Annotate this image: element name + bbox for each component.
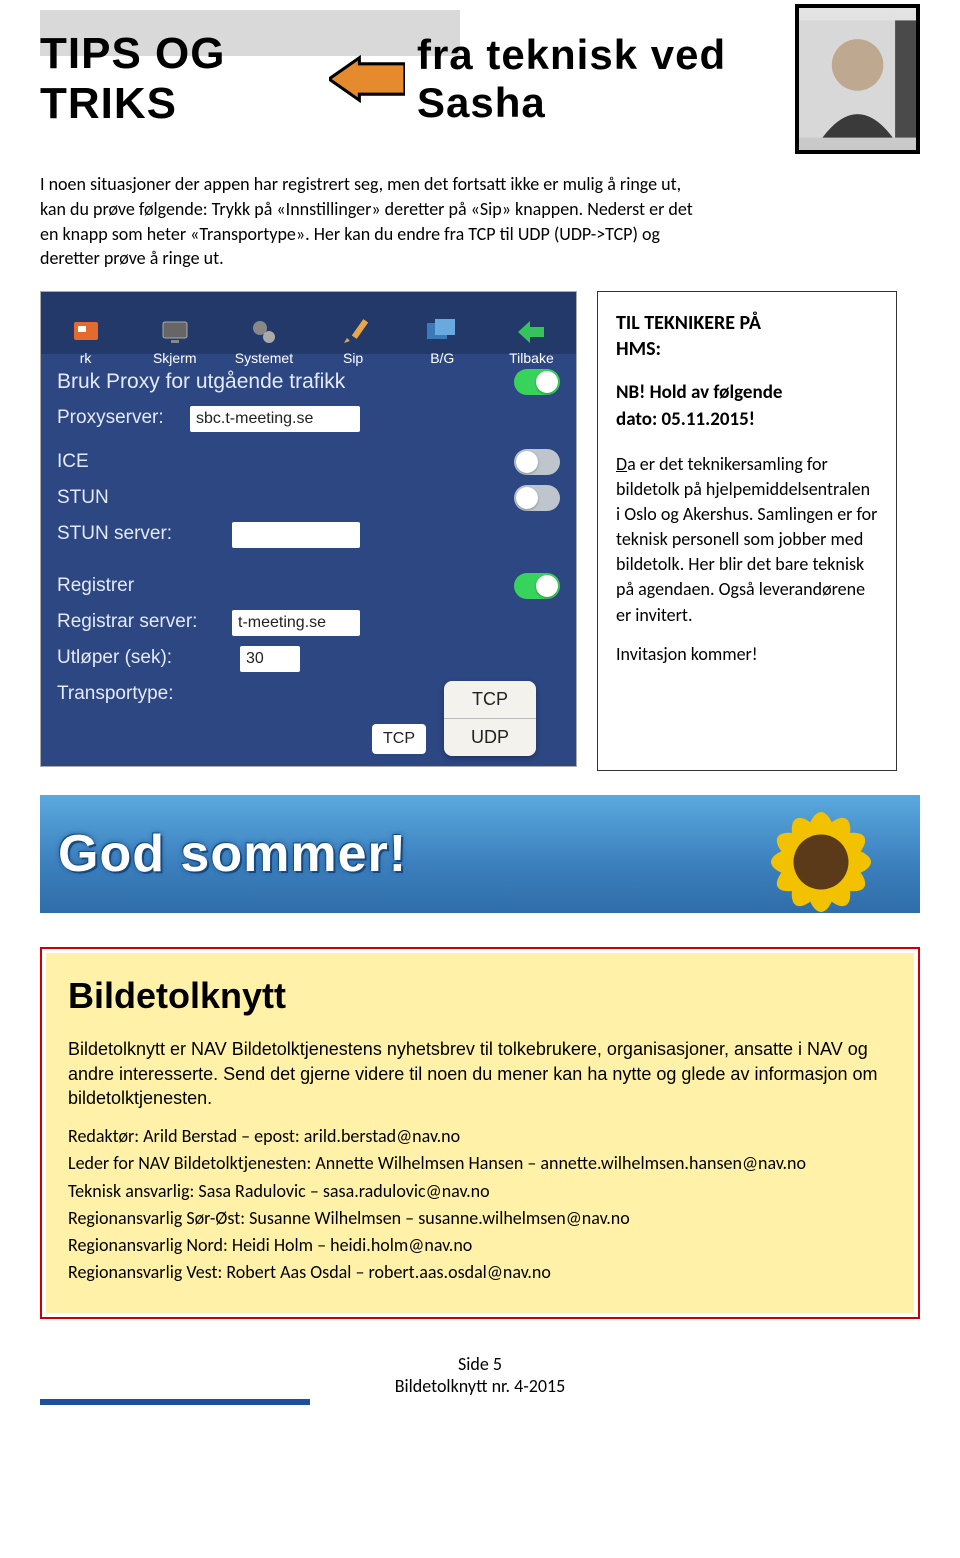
- author-photo: [795, 4, 920, 154]
- tab-bg[interactable]: B/G: [398, 316, 487, 366]
- label-transport: Transportype:: [57, 683, 174, 705]
- yellow-info-box: Bildetolknytt Bildetolknytt er NAV Bilde…: [40, 947, 920, 1319]
- contact-line: Regionansvarlig Nord: Heidi Holm – heidi…: [68, 1233, 892, 1258]
- contacts-list: Redaktør: Arild Berstad – epost: arild.b…: [68, 1124, 892, 1285]
- contact-line: Leder for NAV Bildetolktjenesten: Annett…: [68, 1151, 892, 1176]
- row-stun: STUN: [57, 480, 560, 516]
- tab-rk[interactable]: rk: [41, 316, 130, 366]
- toggle-proxy[interactable]: [514, 369, 560, 395]
- banner-text: God sommer!: [58, 824, 407, 884]
- intro-text: I noen situasjoner der appen har registr…: [40, 172, 705, 271]
- infobox-paragraph-1: Da er det teknikersamling for bildetolk …: [616, 452, 878, 628]
- infobox-paragraph-2: Invitasjon kommer!: [616, 642, 878, 667]
- input-proxyserver[interactable]: sbc.t-meeting.se: [190, 406, 360, 432]
- sunflower-icon: [746, 795, 896, 913]
- row-ice: ICE: [57, 444, 560, 480]
- contact-line: Redaktør: Arild Berstad – epost: arild.b…: [68, 1124, 892, 1149]
- label-stunserver: STUN server:: [57, 523, 172, 545]
- label-proxyserver: Proxyserver:: [57, 407, 164, 429]
- summer-banner: God sommer!: [40, 795, 920, 913]
- infobox-heading: TIL TEKNIKERE PÅ HMS:: [616, 310, 878, 362]
- popup-option-tcp[interactable]: TCP: [444, 681, 536, 719]
- row-proxy-toggle: Bruk Proxy for utgående trafikk: [57, 364, 560, 400]
- input-registrar[interactable]: t-meeting.se: [232, 610, 360, 636]
- toggle-stun[interactable]: [514, 485, 560, 511]
- label-ice: ICE: [57, 451, 89, 473]
- tab-bar: rk Skjerm Systemet Sip B/G Tilbake: [41, 292, 576, 354]
- contact-line: Teknisk ansvarlig: Sasa Radulovic – sasa…: [68, 1179, 892, 1204]
- row-utloper: Utløper (sek): 30: [57, 640, 560, 676]
- contact-line: Regionansvarlig Sør-Øst: Susanne Wilhelm…: [68, 1206, 892, 1231]
- contact-line: Regionansvarlig Vest: Robert Aas Osdal –…: [68, 1260, 892, 1285]
- tab-systemet[interactable]: Systemet: [219, 316, 308, 366]
- row-proxyserver: Proxyserver: sbc.t-meeting.se: [57, 400, 560, 436]
- input-stunserver[interactable]: [232, 522, 360, 548]
- tab-tilbake[interactable]: Tilbake: [487, 316, 576, 366]
- popup-option-udp[interactable]: UDP: [444, 719, 536, 756]
- infobox-subheading: NB! Hold av følgende dato: 05.11.2015!: [616, 380, 878, 433]
- arrow-left-icon: [329, 53, 405, 105]
- label-utloper: Utløper (sek):: [57, 647, 172, 669]
- row-registrar: Registrar server: t-meeting.se: [57, 604, 560, 640]
- toggle-ice[interactable]: [514, 449, 560, 475]
- label-registrar: Registrar server:: [57, 611, 197, 633]
- transport-button[interactable]: TCP: [372, 724, 426, 754]
- input-utloper[interactable]: 30: [240, 646, 300, 672]
- label-proxy-toggle: Bruk Proxy for utgående trafikk: [57, 370, 345, 394]
- row-registrer: Registrer: [57, 568, 560, 604]
- header-title-left: TIPS OG TRIKS: [40, 29, 317, 129]
- transport-popup: TCP UDP: [444, 681, 536, 756]
- tab-skjerm[interactable]: Skjerm: [130, 316, 219, 366]
- tab-sip[interactable]: Sip: [309, 316, 398, 366]
- issue-label: Bildetolknytt nr. 4-2015: [40, 1375, 920, 1397]
- info-box: TIL TEKNIKERE PÅ HMS: NB! Hold av følgen…: [597, 291, 897, 771]
- label-stun: STUN: [57, 487, 109, 509]
- label-registrer: Registrer: [57, 575, 134, 597]
- page-number: Side 5: [40, 1353, 920, 1375]
- yellowbox-paragraph: Bildetolknytt er NAV Bildetolktjenestens…: [68, 1037, 892, 1110]
- header: TIPS OG TRIKS fra teknisk ved Sasha: [40, 4, 920, 154]
- row-stunserver: STUN server:: [57, 516, 560, 552]
- toggle-registrer[interactable]: [514, 573, 560, 599]
- page-footer: Side 5 Bildetolknytt nr. 4-2015: [40, 1353, 920, 1403]
- header-title-right: fra teknisk ved Sasha: [417, 31, 789, 127]
- yellowbox-title: Bildetolknytt: [68, 975, 892, 1017]
- app-screenshot: 2.42 ↯ ✱ 81 % ▭ rk Skjerm Systemet Sip B…: [40, 291, 577, 767]
